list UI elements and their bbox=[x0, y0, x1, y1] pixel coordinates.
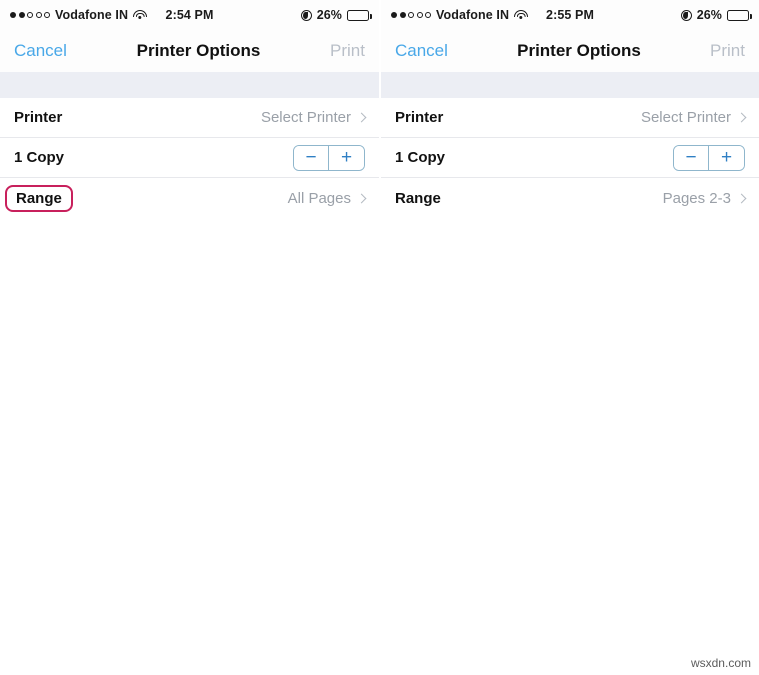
option-value-group-copies: − + bbox=[673, 144, 745, 171]
copies-increment-button[interactable]: + bbox=[709, 145, 744, 170]
carrier-name: Vodafone IN bbox=[436, 8, 510, 22]
signal-strength-dots bbox=[391, 12, 431, 18]
battery-percent: 26% bbox=[316, 8, 343, 22]
copies-stepper[interactable]: − + bbox=[293, 144, 365, 171]
option-value-group-range: All Pages bbox=[287, 189, 367, 207]
wifi-icon bbox=[133, 9, 148, 21]
page-title: Printer Options bbox=[136, 41, 261, 60]
status-bar-signal-group: Vodafone IN bbox=[391, 8, 546, 22]
wifi-icon bbox=[514, 9, 529, 21]
option-value-printer: Select Printer bbox=[260, 109, 351, 126]
option-label-range: Range bbox=[5, 184, 73, 212]
option-row-printer[interactable]: Printer Select Printer bbox=[381, 98, 759, 138]
page-title: Printer Options bbox=[517, 41, 641, 60]
status-bar-clock-group: 2:55 PM bbox=[546, 8, 594, 22]
clock: 2:54 PM bbox=[165, 8, 214, 22]
chevron-right-icon bbox=[356, 193, 367, 203]
navbar-right: Cancel Printer Options Print bbox=[381, 30, 759, 72]
option-row-copies: 1 Copy − + bbox=[0, 138, 379, 178]
navbar-gap-right bbox=[381, 72, 759, 98]
chevron-right-icon bbox=[736, 193, 747, 203]
chevron-right-icon bbox=[356, 112, 367, 123]
option-value-printer: Select Printer bbox=[640, 109, 731, 126]
location-services-icon bbox=[300, 9, 312, 21]
option-label-printer: Printer bbox=[14, 109, 63, 126]
option-value-range: Pages 2-3 bbox=[662, 189, 731, 207]
navbar-left: Cancel Printer Options Print bbox=[0, 30, 379, 72]
option-label-copies: 1 Copy bbox=[14, 149, 65, 166]
copies-decrement-button[interactable]: − bbox=[294, 145, 329, 170]
option-value-group-printer: Select Printer bbox=[260, 109, 367, 126]
printer-options-list-left: Printer Select Printer 1 Copy − + Range bbox=[0, 98, 379, 218]
signal-strength-dots bbox=[10, 12, 50, 18]
location-services-icon bbox=[680, 9, 692, 21]
copies-decrement-button[interactable]: − bbox=[674, 145, 709, 170]
option-value-range: All Pages bbox=[287, 189, 351, 207]
option-label-range: Range bbox=[395, 189, 441, 207]
carrier-name: Vodafone IN bbox=[55, 8, 129, 22]
option-value-group-printer: Select Printer bbox=[640, 109, 747, 126]
option-label-copies: 1 Copy bbox=[395, 149, 446, 166]
status-bar-battery-group: 26% bbox=[213, 8, 372, 22]
cancel-button[interactable]: Cancel bbox=[395, 41, 448, 61]
navbar-gap-left bbox=[0, 72, 379, 98]
panel-left: Vodafone IN 2:54 PM 26% Cancel Printer O… bbox=[0, 0, 379, 675]
battery-icon bbox=[347, 9, 372, 21]
battery-icon bbox=[727, 9, 752, 21]
option-row-copies: 1 Copy − + bbox=[381, 138, 759, 178]
option-value-group-copies: − + bbox=[293, 144, 365, 171]
status-bar-battery-group: 26% bbox=[594, 8, 752, 22]
screenshot-root: Vodafone IN 2:54 PM 26% Cancel Printer O… bbox=[0, 0, 759, 675]
copies-increment-button[interactable]: + bbox=[329, 145, 364, 170]
option-value-group-range: Pages 2-3 bbox=[662, 189, 747, 207]
print-button[interactable]: Print bbox=[710, 41, 745, 61]
cancel-button[interactable]: Cancel bbox=[14, 41, 67, 61]
option-label-printer: Printer bbox=[395, 109, 444, 126]
clock: 2:55 PM bbox=[546, 8, 594, 22]
status-bar-left: Vodafone IN 2:54 PM 26% bbox=[0, 0, 379, 30]
option-row-printer[interactable]: Printer Select Printer bbox=[0, 98, 379, 138]
printer-options-list-right: Printer Select Printer 1 Copy − + Range bbox=[381, 98, 759, 218]
watermark: wsxdn.com bbox=[690, 656, 751, 670]
option-row-range[interactable]: Range Pages 2-3 bbox=[381, 178, 759, 218]
status-bar-right: Vodafone IN 2:55 PM 26% bbox=[381, 0, 759, 30]
status-bar-signal-group: Vodafone IN bbox=[10, 8, 166, 22]
battery-percent: 26% bbox=[696, 8, 723, 22]
copies-stepper[interactable]: − + bbox=[673, 144, 745, 171]
chevron-right-icon bbox=[736, 112, 747, 123]
option-row-range[interactable]: Range All Pages bbox=[0, 178, 379, 218]
panel-right: Vodafone IN 2:55 PM 26% Cancel Printer O… bbox=[379, 0, 759, 675]
status-bar-clock-group: 2:54 PM bbox=[166, 8, 214, 22]
print-button[interactable]: Print bbox=[330, 41, 365, 61]
